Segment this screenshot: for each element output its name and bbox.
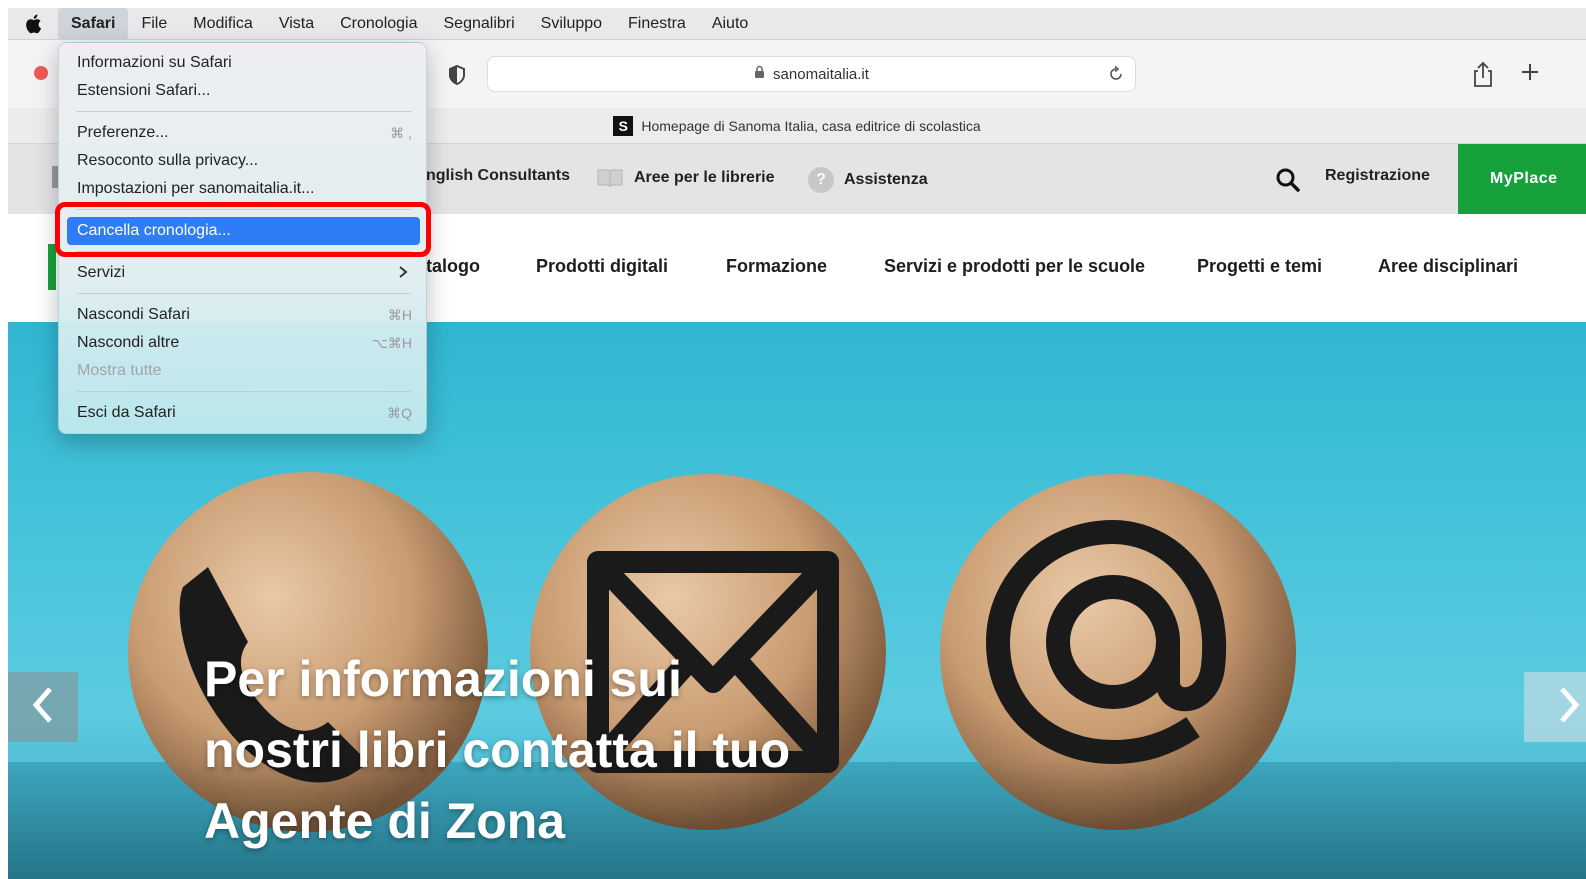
chevron-right-icon: [1556, 685, 1582, 730]
nav-progetti-temi[interactable]: Progetti e temi: [1197, 256, 1322, 277]
menu-item-label: Impostazioni per sanomaitalia.it...: [77, 180, 315, 197]
nav-formazione[interactable]: Formazione: [726, 256, 827, 277]
nav-catalogo[interactable]: talogo: [426, 256, 480, 277]
menu-item-impostazioni-sito[interactable]: Impostazioni per sanomaitalia.it...: [67, 175, 420, 203]
carousel-prev-button[interactable]: [8, 672, 78, 742]
english-consultants-link[interactable]: nglish Consultants: [426, 167, 570, 185]
menu-item-mostra-tutte: Mostra tutte: [67, 357, 420, 385]
chevron-left-icon: [30, 685, 56, 730]
nav-aree-disciplinari[interactable]: Aree disciplinari: [1378, 256, 1518, 277]
menu-item-estensioni-safari[interactable]: Estensioni Safari...: [67, 77, 420, 105]
menu-finestra[interactable]: Finestra: [615, 8, 699, 40]
menu-aiuto[interactable]: Aiuto: [699, 8, 761, 40]
menu-item-servizi[interactable]: Servizi: [67, 259, 420, 287]
menu-item-informazioni-safari[interactable]: Informazioni su Safari: [67, 49, 420, 77]
lock-icon: [754, 65, 765, 83]
apple-icon[interactable]: [8, 8, 58, 40]
menu-item-label: Mostra tutte: [77, 362, 162, 379]
hero-title: Per informazioni sui nostri libri contat…: [204, 651, 791, 849]
nav-servizi-scuole[interactable]: Servizi e prodotti per le scuole: [884, 256, 1145, 277]
menu-item-nascondi-safari[interactable]: Nascondi Safari ⌘H: [67, 301, 420, 329]
menu-item-label: Estensioni Safari...: [77, 82, 211, 99]
tab-title: Homepage di Sanoma Italia, casa editrice…: [641, 117, 981, 134]
menu-cronologia[interactable]: Cronologia: [327, 8, 430, 40]
close-window-button[interactable]: [34, 66, 48, 80]
menu-vista[interactable]: Vista: [266, 8, 327, 40]
menu-safari[interactable]: Safari: [58, 7, 129, 40]
search-icon[interactable]: [1275, 167, 1301, 193]
shortcut-label: ⌘ ,: [390, 124, 412, 141]
reload-icon[interactable]: [1107, 65, 1125, 83]
aree-librerie-label: Aree per le librerie: [634, 169, 775, 186]
help-icon: ?: [808, 167, 834, 193]
menu-item-resoconto-privacy[interactable]: Resoconto sulla privacy...: [67, 147, 420, 175]
menu-sviluppo[interactable]: Sviluppo: [528, 8, 615, 40]
menu-file[interactable]: File: [128, 8, 180, 40]
menu-item-label: Servizi: [77, 264, 126, 281]
nav-prodotti-digitali[interactable]: Prodotti digitali: [536, 256, 668, 277]
annotation-highlight-box: [55, 202, 431, 257]
shortcut-label: ⌘H: [387, 306, 412, 323]
menu-separator: [77, 111, 411, 112]
menu-modifica[interactable]: Modifica: [180, 8, 266, 40]
aree-librerie-link[interactable]: Aree per le librerie: [596, 167, 775, 189]
english-consultants-label: nglish Consultants: [426, 167, 570, 184]
share-icon[interactable]: [1470, 60, 1496, 88]
menu-separator: [77, 391, 411, 392]
menu-separator: [77, 293, 411, 294]
shortcut-label: ⌥⌘H: [371, 334, 412, 351]
menu-item-label: Nascondi Safari: [77, 306, 190, 323]
menu-item-label: Nascondi altre: [77, 334, 180, 351]
menu-item-label: Preferenze...: [77, 124, 169, 141]
menu-item-preferenze[interactable]: Preferenze... ⌘ ,: [67, 119, 420, 147]
carousel-next-button[interactable]: [1524, 672, 1586, 742]
menu-segnalibri[interactable]: Segnalibri: [431, 8, 528, 40]
registrazione-label: Registrazione: [1325, 167, 1430, 184]
url-text: sanomaitalia.it: [773, 65, 869, 83]
chevron-right-icon: [398, 263, 408, 284]
menu-item-esci-safari[interactable]: Esci da Safari ⌘Q: [67, 399, 420, 427]
menu-item-nascondi-altre[interactable]: Nascondi altre ⌥⌘H: [67, 329, 420, 357]
myplace-button[interactable]: MyPlace: [1458, 144, 1586, 214]
registrazione-link[interactable]: Registrazione: [1325, 167, 1430, 185]
shortcut-label: ⌘Q: [387, 404, 412, 421]
assistenza-link[interactable]: ? Assistenza: [808, 167, 928, 193]
assistenza-label: Assistenza: [844, 171, 928, 188]
menu-bar: Safari File Modifica Vista Cronologia Se…: [8, 7, 1586, 40]
address-bar[interactable]: sanomaitalia.it: [487, 56, 1136, 92]
shield-icon[interactable]: [446, 64, 468, 86]
menu-item-label: Esci da Safari: [77, 404, 176, 421]
menu-item-label: Resoconto sulla privacy...: [77, 152, 259, 169]
book-icon: [596, 167, 624, 189]
menu-item-label: Informazioni su Safari: [77, 54, 232, 71]
site-favicon: S: [613, 115, 634, 136]
plus-icon[interactable]: [1518, 60, 1542, 84]
